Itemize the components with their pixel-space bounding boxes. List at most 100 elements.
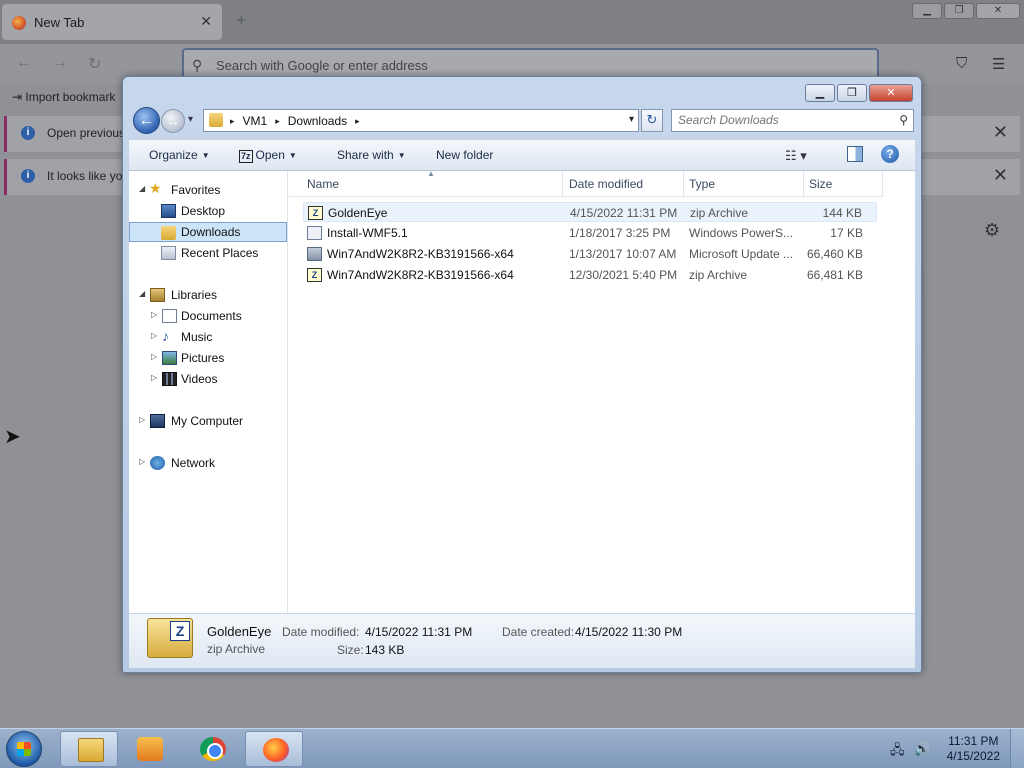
command-bar: Organize ▼ 7z Open ▼ Share with ▼ New folder…	[129, 139, 915, 171]
close-icon[interactable]: ✕	[993, 165, 1008, 186]
collapsed-arrow-icon[interactable]: ▷	[139, 457, 145, 466]
collapsed-arrow-icon[interactable]: ▷	[151, 331, 157, 340]
nav-item-music[interactable]: ▷ ♪ Music	[129, 327, 287, 347]
breadcrumb-vm1[interactable]: VM1	[243, 114, 268, 128]
nav-item-videos[interactable]: ▷ Videos	[129, 369, 287, 389]
expanded-arrow-icon[interactable]: ◢	[139, 184, 145, 193]
clock-date: 4/15/2022	[946, 749, 1000, 763]
minimize-button[interactable]: ▁	[805, 84, 835, 102]
import-bookmarks-label: Import bookmark	[25, 90, 116, 104]
collapsed-arrow-icon[interactable]: ▷	[139, 415, 145, 424]
search-icon[interactable]: ⚲	[899, 113, 908, 127]
breadcrumb-separator[interactable]: ▸	[355, 114, 360, 128]
column-divider[interactable]	[562, 171, 563, 197]
forward-arrow-icon[interactable]: →	[52, 54, 68, 72]
nav-item-network[interactable]: ▷ Network	[129, 453, 287, 473]
tab-close-icon[interactable]: ✕	[200, 13, 212, 30]
close-button[interactable]: ✕	[869, 84, 913, 102]
address-bar[interactable]: ▸ VM1 ▸ Downloads ▸ ▾	[203, 109, 639, 132]
breadcrumb-separator[interactable]: ▸	[275, 114, 280, 128]
nav-item-libraries[interactable]: ◢ Libraries	[129, 285, 287, 305]
preview-pane-icon[interactable]	[847, 146, 863, 162]
nav-item-downloads[interactable]: Downloads	[129, 222, 287, 242]
volume-icon[interactable]: 🔊	[914, 741, 930, 757]
collapsed-arrow-icon[interactable]: ▷	[151, 352, 157, 361]
help-icon[interactable]: ?	[881, 145, 899, 163]
firefox-tab-icon	[12, 16, 26, 30]
reload-icon[interactable]: ↻	[88, 54, 101, 74]
back-button[interactable]: ←	[133, 107, 160, 134]
file-row-zip[interactable]: Z Win7AndW2K8R2-KB3191566-x64 12/30/2021…	[303, 265, 877, 285]
hamburger-menu-icon[interactable]: ☰	[992, 55, 1005, 73]
nav-label: Desktop	[181, 204, 226, 218]
collapsed-arrow-icon[interactable]: ▷	[151, 373, 157, 382]
taskbar-media-player[interactable]	[120, 731, 178, 767]
system-clock[interactable]: 11:31 PM 4/15/2022	[947, 734, 1000, 764]
nav-label: Recent Places	[181, 246, 259, 260]
update-package-icon	[307, 247, 322, 261]
new-folder-button[interactable]: New folder	[436, 148, 493, 162]
info-icon: i	[21, 169, 35, 183]
organize-button[interactable]: Organize ▼	[149, 148, 210, 162]
column-size[interactable]: Size	[809, 177, 832, 191]
column-divider[interactable]	[803, 171, 804, 197]
tab-new-tab[interactable]: New Tab ✕	[2, 4, 222, 40]
browser-close-button[interactable]: ✕	[976, 3, 1020, 19]
column-headers: Name ▲ Date modified Type Size	[289, 169, 883, 197]
column-divider[interactable]	[683, 171, 684, 197]
file-size: 66,460 KB	[806, 247, 863, 261]
nav-item-documents[interactable]: ▷ Documents	[129, 306, 287, 326]
breadcrumb-downloads[interactable]: Downloads	[288, 114, 347, 128]
back-arrow-icon[interactable]: ←	[16, 54, 32, 72]
taskbar-firefox[interactable]	[245, 731, 303, 767]
forward-button[interactable]: →	[161, 109, 185, 133]
clock-time: 11:31 PM	[948, 734, 999, 748]
browser-maximize-button[interactable]: ❐	[944, 3, 974, 19]
column-name[interactable]: Name	[307, 177, 339, 191]
gear-icon[interactable]: ⚙	[984, 220, 1000, 241]
search-box[interactable]: ⚲	[671, 109, 914, 132]
taskbar-chrome[interactable]	[183, 731, 241, 767]
file-date: 4/15/2022 11:31 PM	[570, 206, 678, 220]
notification-text: Open previous	[47, 126, 126, 140]
nav-item-pictures[interactable]: ▷ Pictures	[129, 348, 287, 368]
open-button[interactable]: 7z Open ▼	[239, 148, 297, 163]
refresh-button[interactable]: ↻	[641, 109, 663, 132]
import-bookmarks-button[interactable]: ⇥ Import bookmark	[12, 90, 115, 104]
address-dropdown-icon[interactable]: ▾	[629, 114, 634, 125]
change-view-icon[interactable]: ☷ ▾	[785, 148, 807, 164]
start-button[interactable]	[6, 731, 42, 767]
show-desktop-button[interactable]	[1010, 729, 1024, 768]
file-row-msu[interactable]: Win7AndW2K8R2-KB3191566-x64 1/13/2017 10…	[303, 244, 877, 264]
recent-pages-dropdown-icon[interactable]: ▾	[188, 114, 193, 125]
nav-item-my-computer[interactable]: ▷ My Computer	[129, 411, 287, 431]
column-type[interactable]: Type	[689, 177, 715, 191]
nav-item-favorites[interactable]: ◢ ★ Favorites	[129, 180, 287, 200]
close-icon[interactable]: ✕	[993, 122, 1008, 143]
network-tray-icon[interactable]: 🖧	[890, 741, 905, 763]
expanded-arrow-icon[interactable]: ◢	[139, 289, 145, 298]
nav-item-desktop[interactable]: Desktop	[129, 201, 287, 221]
share-with-button[interactable]: Share with ▼	[337, 148, 406, 162]
file-row-install-wmf[interactable]: Install-WMF5.1 1/18/2017 3:25 PM Windows…	[303, 223, 877, 243]
chrome-icon	[200, 737, 226, 761]
search-input[interactable]	[678, 113, 888, 127]
taskbar-explorer[interactable]	[60, 731, 118, 767]
url-placeholder[interactable]: Search with Google or enter address	[216, 58, 428, 73]
nav-label: Favorites	[171, 183, 221, 197]
browser-minimize-button[interactable]: ▁	[912, 3, 942, 19]
pocket-icon[interactable]: ⛉	[956, 55, 967, 72]
file-row-goldeneye[interactable]: Z GoldenEye 4/15/2022 11:31 PM zip Archi…	[303, 202, 877, 222]
breadcrumb-separator[interactable]: ▸	[230, 114, 235, 128]
taskbar: 🖧 🔊 11:31 PM 4/15/2022	[0, 728, 1024, 768]
details-size: 143 KB	[365, 643, 405, 657]
maximize-button[interactable]: ❐	[837, 84, 867, 102]
music-icon: ♪	[162, 328, 169, 344]
7zip-icon: 7z	[239, 150, 253, 163]
chevron-down-icon: ▼	[201, 151, 210, 161]
collapsed-arrow-icon[interactable]: ▷	[151, 310, 157, 319]
column-date-modified[interactable]: Date modified	[569, 177, 643, 191]
new-tab-button[interactable]: +	[236, 10, 247, 31]
column-divider[interactable]	[882, 171, 883, 197]
nav-item-recent-places[interactable]: Recent Places	[129, 243, 287, 263]
